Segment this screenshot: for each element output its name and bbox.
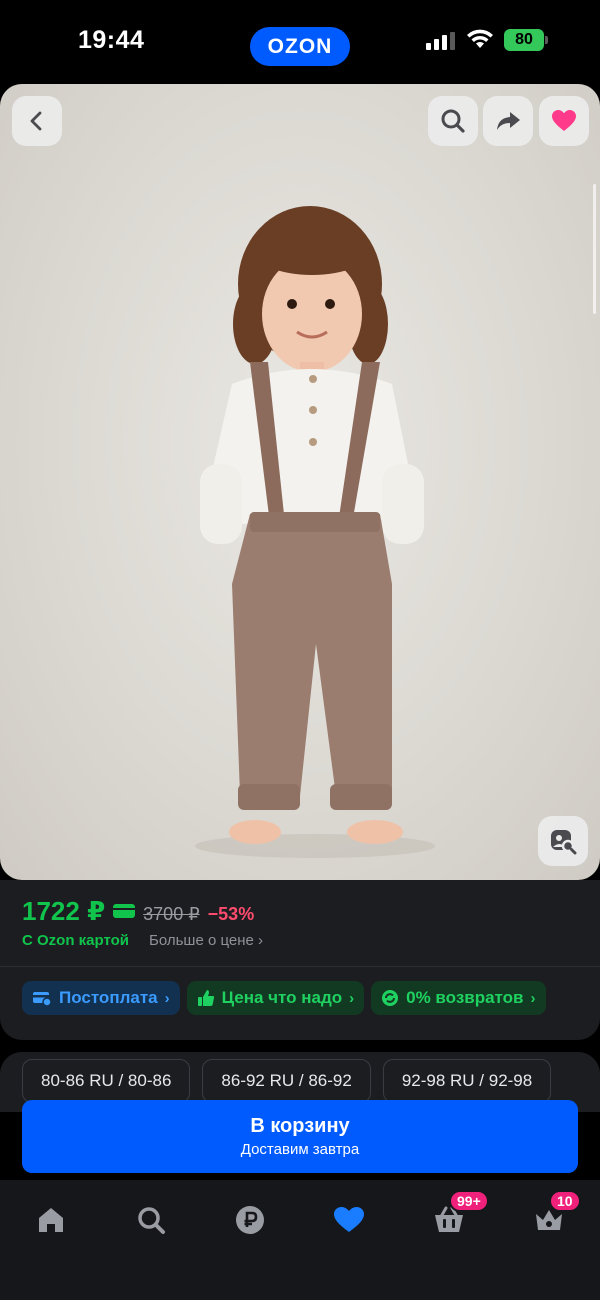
return-icon xyxy=(382,990,399,1006)
gallery-scroll-indicator xyxy=(593,184,596,314)
cart-count-badge: 99+ xyxy=(449,1190,489,1212)
chip-zero-returns-label: 0% возвратов xyxy=(406,988,524,1007)
nav-cart[interactable]: 99+ xyxy=(429,1190,489,1240)
discount-badge: −53% xyxy=(207,904,255,924)
size-option[interactable]: 92-98 RU / 92-98 xyxy=(382,1059,552,1103)
chip-postpay[interactable]: Постоплата › xyxy=(22,981,180,1015)
chip-zero-returns[interactable]: 0% возвратов › xyxy=(371,981,546,1015)
price-section: 1722 ₽ 3700 ₽ −53% С Ozon картой Больше … xyxy=(0,880,600,1040)
wifi-icon xyxy=(467,29,493,48)
ozon-card-icon xyxy=(113,904,136,918)
search-button[interactable] xyxy=(428,96,478,146)
ozon-card-label[interactable]: С Ozon картой xyxy=(22,932,129,949)
divider xyxy=(0,966,600,967)
status-time: 19:44 xyxy=(78,26,145,54)
share-arrow-icon xyxy=(497,112,520,130)
image-search-button[interactable] xyxy=(538,816,588,866)
back-button[interactable] xyxy=(12,96,62,146)
nav-search[interactable] xyxy=(131,1200,171,1240)
chevron-right-icon: › xyxy=(530,989,536,1007)
chip-postpay-label: Постоплата xyxy=(59,988,158,1007)
heart-icon xyxy=(552,110,576,131)
chip-good-price-label: Цена что надо xyxy=(221,988,343,1007)
size-list: 80-86 RU / 80-86 86-92 RU / 86-92 92-98 … xyxy=(22,1059,552,1103)
battery-indicator: 80 xyxy=(504,29,548,51)
more-about-price-link[interactable]: Больше о цене › xyxy=(149,932,263,949)
add-to-cart-button[interactable]: В корзину Доставим завтра xyxy=(22,1100,578,1173)
price-row: 1722 ₽ 3700 ₽ −53% xyxy=(22,896,254,927)
nav-favorites[interactable] xyxy=(329,1200,369,1240)
size-option[interactable]: 86-92 RU / 86-92 xyxy=(202,1059,371,1103)
ruble-icon xyxy=(236,1206,264,1234)
search-icon xyxy=(138,1207,165,1234)
chevron-right-icon: › xyxy=(349,989,355,1007)
battery-level: 80 xyxy=(515,31,533,48)
home-icon xyxy=(39,1208,63,1232)
bottom-navigation: 99+ 10 xyxy=(0,1180,600,1300)
heart-icon xyxy=(334,1207,364,1232)
favorite-button[interactable] xyxy=(539,96,589,146)
delivery-label: Доставим завтра xyxy=(240,1141,360,1158)
status-bar: 19:44 OZON 80 xyxy=(0,0,600,84)
ozon-logo-pill[interactable]: OZON xyxy=(250,27,350,66)
product-photo-child-in-suspender-trousers xyxy=(195,206,435,858)
search-icon xyxy=(441,109,465,133)
profile-notification-badge: 10 xyxy=(549,1190,581,1212)
chevron-left-icon xyxy=(30,111,42,131)
image-search-icon xyxy=(551,830,577,855)
chevron-right-icon: › xyxy=(164,989,170,1007)
postpay-icon xyxy=(33,992,52,1007)
benefit-chips: Постоплата › Цена что надо › 0% возврато… xyxy=(22,981,546,1015)
current-price: 1722 ₽ xyxy=(22,896,106,926)
nav-profile[interactable]: 10 xyxy=(529,1190,581,1240)
cellular-signal-icon xyxy=(426,32,456,50)
nav-finance[interactable] xyxy=(230,1200,270,1240)
share-button[interactable] xyxy=(483,96,533,146)
thumbs-up-icon xyxy=(197,990,214,1006)
old-price: 3700 ₽ xyxy=(143,904,200,924)
chip-good-price[interactable]: Цена что надо › xyxy=(186,981,365,1015)
size-option[interactable]: 80-86 RU / 80-86 xyxy=(22,1059,191,1103)
add-to-cart-label: В корзину xyxy=(250,1115,350,1137)
nav-home[interactable] xyxy=(31,1200,71,1240)
product-image-gallery[interactable] xyxy=(0,84,600,880)
